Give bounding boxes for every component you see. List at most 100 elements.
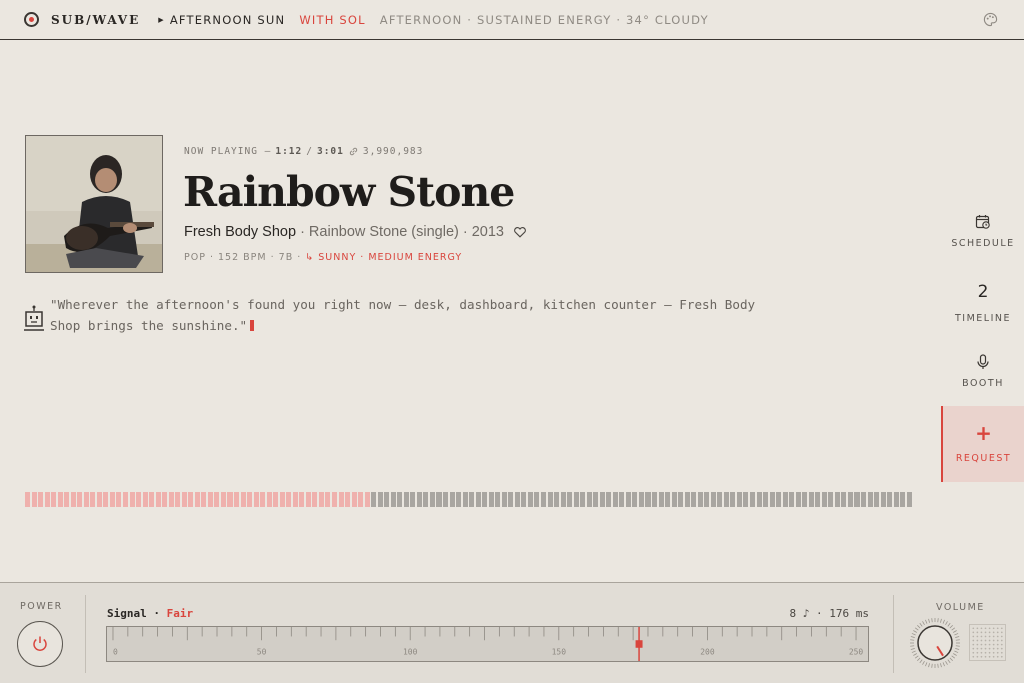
knob-tick	[942, 619, 945, 624]
rail-schedule[interactable]: SCHEDULE	[942, 214, 1024, 249]
grille-dot	[1000, 655, 1003, 658]
progress-segment	[436, 492, 442, 507]
knob-tick	[947, 622, 951, 627]
grille-dot	[980, 639, 983, 642]
progress-segment	[129, 492, 135, 507]
dial-label: 200	[700, 648, 715, 657]
progress-segment	[194, 492, 200, 507]
progress-segment	[475, 492, 481, 507]
volume-knob[interactable]	[909, 617, 961, 669]
progress-segment	[116, 492, 122, 507]
progress-segment	[90, 492, 96, 507]
grille-dot	[972, 643, 975, 646]
progress-segment	[782, 492, 788, 507]
speaker-grille-icon	[969, 624, 1006, 661]
progress-segment	[273, 492, 279, 507]
rail-booth[interactable]: BOOTH	[942, 354, 1024, 389]
grille-dot	[988, 647, 991, 650]
progress-segment	[704, 492, 710, 507]
progress-segment	[227, 492, 233, 507]
progress-segment	[847, 492, 853, 507]
knob-tick	[914, 655, 919, 659]
progress-segment	[325, 492, 331, 507]
progress-segment	[469, 492, 475, 507]
power-button[interactable]	[17, 621, 63, 667]
progress-segment	[142, 492, 148, 507]
progress-segment	[521, 492, 527, 507]
progress-segment	[821, 492, 827, 507]
progress-segment	[292, 492, 298, 507]
progress-segment	[776, 492, 782, 507]
knob-tick	[952, 630, 957, 633]
grille-dot	[972, 627, 975, 630]
progress-segment	[560, 492, 566, 507]
progress-segment	[247, 492, 253, 507]
knob-tick	[951, 627, 956, 631]
artist-name[interactable]: Fresh Body Shop	[184, 224, 296, 240]
grille-dot	[984, 627, 987, 630]
signal-stats: 8 ♪ · 176 ms	[789, 607, 869, 620]
tuner-needle-handle[interactable]	[635, 640, 643, 648]
progress-segment	[162, 492, 168, 507]
dial-label: 0	[113, 648, 118, 657]
knob-tick	[954, 633, 959, 636]
knob-tick	[931, 663, 933, 668]
grille-dot	[996, 631, 999, 634]
grille-dot	[996, 635, 999, 638]
progress-segment	[501, 492, 507, 507]
track-progress-bar[interactable]	[25, 492, 912, 507]
track-tags: POP · 152 BPM · 7B · ↳ SUNNY · MEDIUM EN…	[184, 252, 462, 263]
knob-tick	[911, 633, 916, 636]
progress-segment	[743, 492, 749, 507]
top-bar: SUB/WAVE ▶ AFTERNOON SUN WITH SOL AFTERNO…	[0, 0, 1024, 40]
mood-tags: ↳ SUNNY · MEDIUM ENERGY	[305, 252, 463, 263]
progress-segment	[377, 492, 383, 507]
knob-body[interactable]	[917, 625, 953, 661]
progress-segment	[96, 492, 102, 507]
track-info: Fresh Body Shop · Rainbow Stone (single)…	[184, 224, 527, 240]
progress-segment	[789, 492, 795, 507]
grille-dot	[988, 627, 991, 630]
progress-segment	[38, 492, 44, 507]
plus-icon: +	[975, 420, 992, 445]
progress-segment	[867, 492, 873, 507]
radio-console: POWER Signal · Fair 8 ♪ · 176 ms 0 50 100 1…	[0, 582, 1024, 683]
progress-segment	[207, 492, 213, 507]
knob-tick	[925, 662, 928, 667]
progress-segment	[351, 492, 357, 507]
progress-segment	[795, 492, 801, 507]
brand-name[interactable]: SUB/WAVE	[51, 13, 140, 27]
grille-dot	[976, 631, 979, 634]
grille-dot	[1000, 631, 1003, 634]
grille-dot	[980, 643, 983, 646]
grille-dot	[972, 639, 975, 642]
progress-segment	[697, 492, 703, 507]
knob-tick	[917, 657, 921, 661]
knob-tick	[919, 659, 923, 664]
progress-segment	[155, 492, 161, 507]
progress-segment	[488, 492, 494, 507]
progress-segment	[874, 492, 880, 507]
palette-icon[interactable]	[983, 12, 998, 27]
knob-tick	[955, 636, 960, 638]
request-button[interactable]: + REQUEST	[941, 406, 1024, 482]
progress-segment	[573, 492, 579, 507]
progress-segment	[593, 492, 599, 507]
heart-icon[interactable]	[513, 225, 527, 239]
grille-dot	[992, 635, 995, 638]
grille-dot	[976, 655, 979, 658]
progress-segment	[567, 492, 573, 507]
show-name: ▶ AFTERNOON SUN	[158, 12, 286, 27]
progress-segment	[70, 492, 76, 507]
show-meta: AFTERNOON · SUSTAINED ENERGY · 34° CLOUD…	[379, 12, 709, 27]
knob-tick	[945, 621, 948, 626]
progress-segment	[599, 492, 605, 507]
progress-segment	[893, 492, 899, 507]
grille-dot	[984, 651, 987, 654]
grille-dot	[996, 627, 999, 630]
progress-segment	[652, 492, 658, 507]
rail-timeline-label: TIMELINE	[954, 313, 1011, 324]
knob-tick	[949, 657, 953, 661]
rail-timeline[interactable]: 2 TIMELINE	[942, 282, 1024, 324]
tuner-dial[interactable]: 0 50 100 150 200 250	[106, 626, 869, 662]
